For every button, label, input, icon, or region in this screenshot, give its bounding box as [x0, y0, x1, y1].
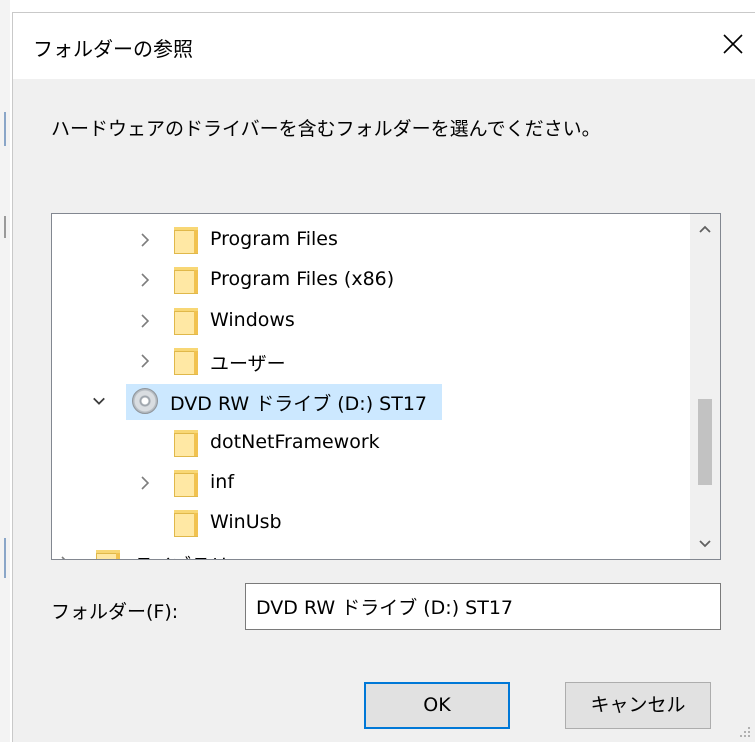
tree-item-label: dotNetFramework [210, 431, 380, 453]
library-icon [96, 550, 120, 559]
tree-item[interactable]: inf [52, 464, 690, 502]
close-button[interactable] [709, 19, 755, 71]
scroll-up-button[interactable] [690, 214, 720, 244]
tree-item[interactable]: Windows [52, 302, 690, 340]
chevron-right-icon[interactable] [58, 555, 72, 560]
instruction-text: ハードウェアのドライバーを含むフォルダーを選んでください。 [51, 118, 601, 140]
dvd-drive-icon [132, 388, 158, 414]
folder-icon [174, 348, 198, 375]
scroll-thumb[interactable] [698, 399, 712, 485]
tree-item-label: Program Files [210, 228, 338, 250]
ok-button[interactable]: OK [364, 682, 510, 729]
folder-icon [174, 470, 198, 497]
vertical-scrollbar[interactable] [690, 214, 720, 559]
chevron-right-icon[interactable] [138, 353, 152, 369]
folder-tree[interactable]: Program Files Program Files (x86) Window… [51, 213, 721, 560]
chevron-up-icon [699, 225, 711, 233]
tree-item-label: ユーザー [210, 353, 286, 375]
folder-icon [174, 510, 198, 537]
chevron-down-icon[interactable] [92, 393, 106, 409]
chevron-down-icon [699, 540, 711, 548]
chevron-right-icon[interactable] [138, 475, 152, 491]
background-mark [4, 112, 6, 146]
folder-icon [174, 227, 198, 254]
background-window-edge [0, 0, 10, 742]
tree-item[interactable]: ライブラリ [52, 544, 690, 560]
tree-item[interactable]: Program Files (x86) [52, 261, 690, 299]
chevron-right-icon[interactable] [138, 313, 152, 329]
folder-icon [174, 308, 198, 335]
tree-item[interactable]: dotNetFramework [52, 424, 690, 462]
cancel-button[interactable]: キャンセル [565, 682, 711, 729]
scroll-down-button[interactable] [690, 529, 720, 559]
title-bar: フォルダーの参照 [13, 13, 755, 79]
folder-path-input[interactable] [245, 583, 721, 630]
chevron-right-icon[interactable] [138, 272, 152, 288]
browse-folder-dialog: フォルダーの参照 ハードウェアのドライバーを含むフォルダーを選んでください。 P… [12, 12, 755, 742]
tree-item-label: Windows [210, 309, 295, 331]
close-icon [723, 34, 743, 54]
folder-icon [174, 430, 198, 457]
background-mark [4, 216, 6, 238]
background-mark [4, 538, 6, 578]
chevron-right-icon[interactable] [138, 232, 152, 248]
tree-item-label: Program Files (x86) [210, 268, 395, 290]
tree-item[interactable]: WinUsb [52, 504, 690, 542]
tree-item-label: DVD RW ドライブ (D:) ST17 [170, 393, 428, 415]
folder-field-label: フォルダー(F): [51, 601, 179, 623]
dialog-title: フォルダーの参照 [33, 37, 193, 61]
tree-item-label: inf [210, 471, 235, 493]
folder-icon [174, 267, 198, 294]
tree-item[interactable]: ユーザー [52, 342, 690, 380]
tree-item-selected[interactable]: DVD RW ドライブ (D:) ST17 [52, 382, 690, 420]
tree-item[interactable]: Program Files [52, 221, 690, 259]
tree-item-label: ライブラリ [134, 551, 229, 559]
resize-grip-icon[interactable] [737, 724, 751, 738]
tree-item-label: WinUsb [210, 511, 282, 533]
